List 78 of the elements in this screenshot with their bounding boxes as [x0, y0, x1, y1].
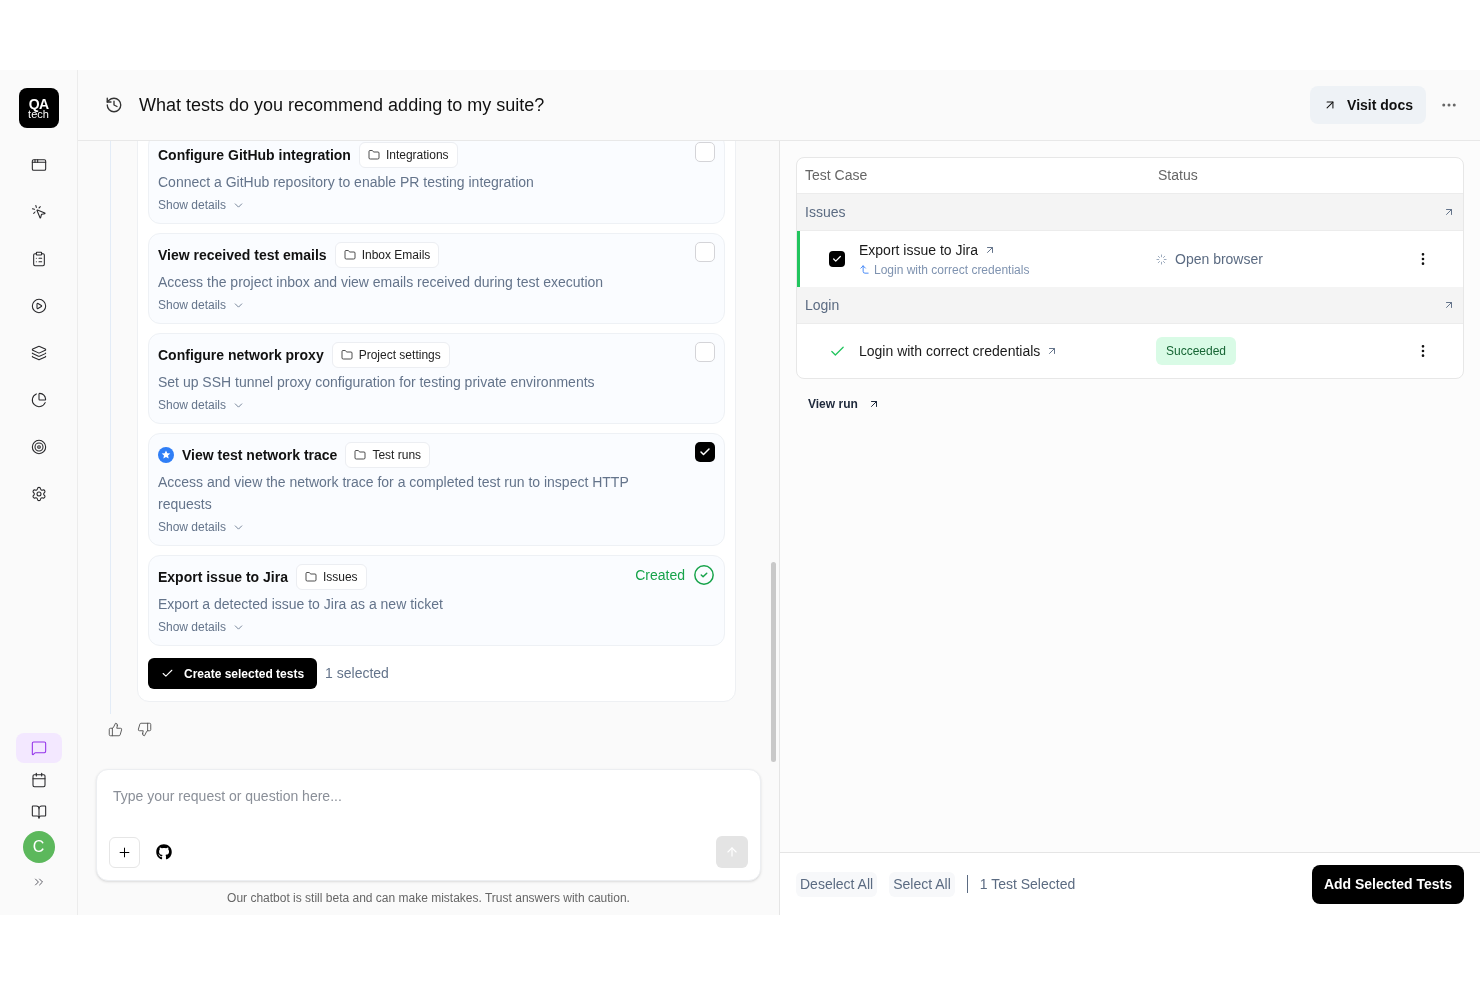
suggestion-description: Access the project inbox and view emails received during test execution: [158, 273, 605, 292]
suggestion-description: Set up SSH tunnel proxy configuration for testing private environments: [158, 373, 596, 392]
test-name[interactable]: Export issue to Jira: [859, 239, 979, 261]
history-icon[interactable]: [105, 96, 123, 114]
test-name[interactable]: Login with correct credentials: [859, 340, 1041, 362]
folder-icon: [304, 571, 317, 583]
suggestion-description: Access and view the network trace for a completed test run to inspect HTTP requests: [158, 473, 630, 514]
chat-input[interactable]: Type your request or question here...: [96, 769, 761, 881]
folder-icon: [354, 449, 367, 461]
checkbox[interactable]: [695, 142, 715, 162]
show-details-button[interactable]: Show details: [158, 518, 246, 536]
clipboard-icon: [30, 251, 47, 267]
show-details-button[interactable]: Show details: [158, 196, 246, 214]
check-icon: [832, 254, 842, 264]
window-icon: [30, 157, 47, 173]
loading-icon: [1156, 253, 1167, 265]
view-run-link[interactable]: View run: [808, 395, 880, 413]
deselect-all-button[interactable]: Deselect All: [796, 871, 878, 897]
book-icon: [30, 804, 47, 820]
thumbs-down-icon[interactable]: [137, 722, 152, 737]
selected-count: 1 selected: [325, 664, 389, 683]
suggestion-description: Connect a GitHub repository to enable PR testing integration: [158, 173, 535, 192]
play-icon: [30, 298, 47, 314]
layers-icon: [30, 345, 47, 361]
folder-tag: Project settings: [331, 342, 450, 368]
folder-icon: [343, 249, 356, 261]
status-badge: Succeeded: [1156, 337, 1237, 365]
chat-icon: [30, 740, 47, 756]
logo[interactable]: QA tech: [18, 88, 59, 128]
arrow-up-right-icon: [1443, 299, 1455, 311]
checkbox[interactable]: [695, 242, 715, 262]
checkbox[interactable]: [829, 251, 845, 267]
corner-arrow-icon: [859, 264, 870, 275]
github-icon[interactable]: [156, 844, 172, 860]
add-selected-tests-button[interactable]: Add Selected Tests: [1311, 864, 1464, 904]
create-tests-button[interactable]: Create selected tests: [148, 658, 318, 689]
arrow-up-right-icon: [1443, 206, 1455, 218]
folder-tag: Inbox Emails: [334, 242, 440, 268]
check-icon: [161, 667, 174, 680]
parent-test: Login with correct credentials: [874, 261, 1030, 279]
column-header: Test Case: [804, 166, 869, 185]
folder-tag: Issues: [295, 564, 367, 590]
disclaimer: Our chatbot is still beta and can make mistakes. Trust answers with caution.: [226, 890, 631, 907]
status-text: Open browser: [1175, 249, 1263, 269]
suggestion-title: Configure GitHub integration: [158, 145, 351, 165]
select-all-button[interactable]: Select All: [889, 871, 955, 897]
group-row[interactable]: Issues: [797, 194, 1463, 231]
show-details-button[interactable]: Show details: [158, 296, 246, 314]
column-header: Status: [1158, 166, 1198, 185]
chat-title: What tests do you recommend adding to my suite?: [139, 93, 545, 117]
message-input[interactable]: Type your request or question here...: [109, 786, 748, 807]
target-icon: [30, 439, 47, 455]
check-circle-icon: [693, 564, 715, 586]
folder-tag: Test runs: [345, 442, 431, 468]
pie-chart-icon: [30, 392, 47, 408]
checkbox[interactable]: [695, 342, 715, 362]
folder-icon: [367, 149, 380, 161]
group-row[interactable]: Login: [797, 287, 1463, 324]
calendar-icon: [30, 772, 47, 788]
cursor-click-icon: [30, 204, 47, 220]
test-row[interactable]: Login with correct credentials Succeeded: [797, 324, 1463, 378]
settings-icon: [30, 486, 47, 502]
check-icon: [699, 446, 711, 458]
suggestion-description: Export a detected issue to Jira as a new ticket: [158, 595, 444, 614]
folder-icon: [340, 349, 353, 361]
plus-icon: [117, 844, 132, 860]
created-status: Created: [635, 565, 685, 585]
suggestion-title: Export issue to Jira: [158, 567, 288, 587]
suggestion-title: View received test emails: [158, 245, 327, 265]
suggestion-title: View test network trace: [182, 445, 338, 465]
visit-docs-button[interactable]: Visit docs: [1310, 86, 1426, 124]
folder-tag: Integrations: [358, 142, 458, 168]
show-details-button[interactable]: Show details: [158, 396, 246, 414]
suggestion-title: Configure network proxy: [158, 345, 324, 365]
checkbox[interactable]: [695, 442, 715, 462]
selection-count: 1 Test Selected: [979, 874, 1076, 894]
thumbs-up-icon[interactable]: [108, 722, 123, 737]
show-details-button[interactable]: Show details: [158, 618, 246, 636]
